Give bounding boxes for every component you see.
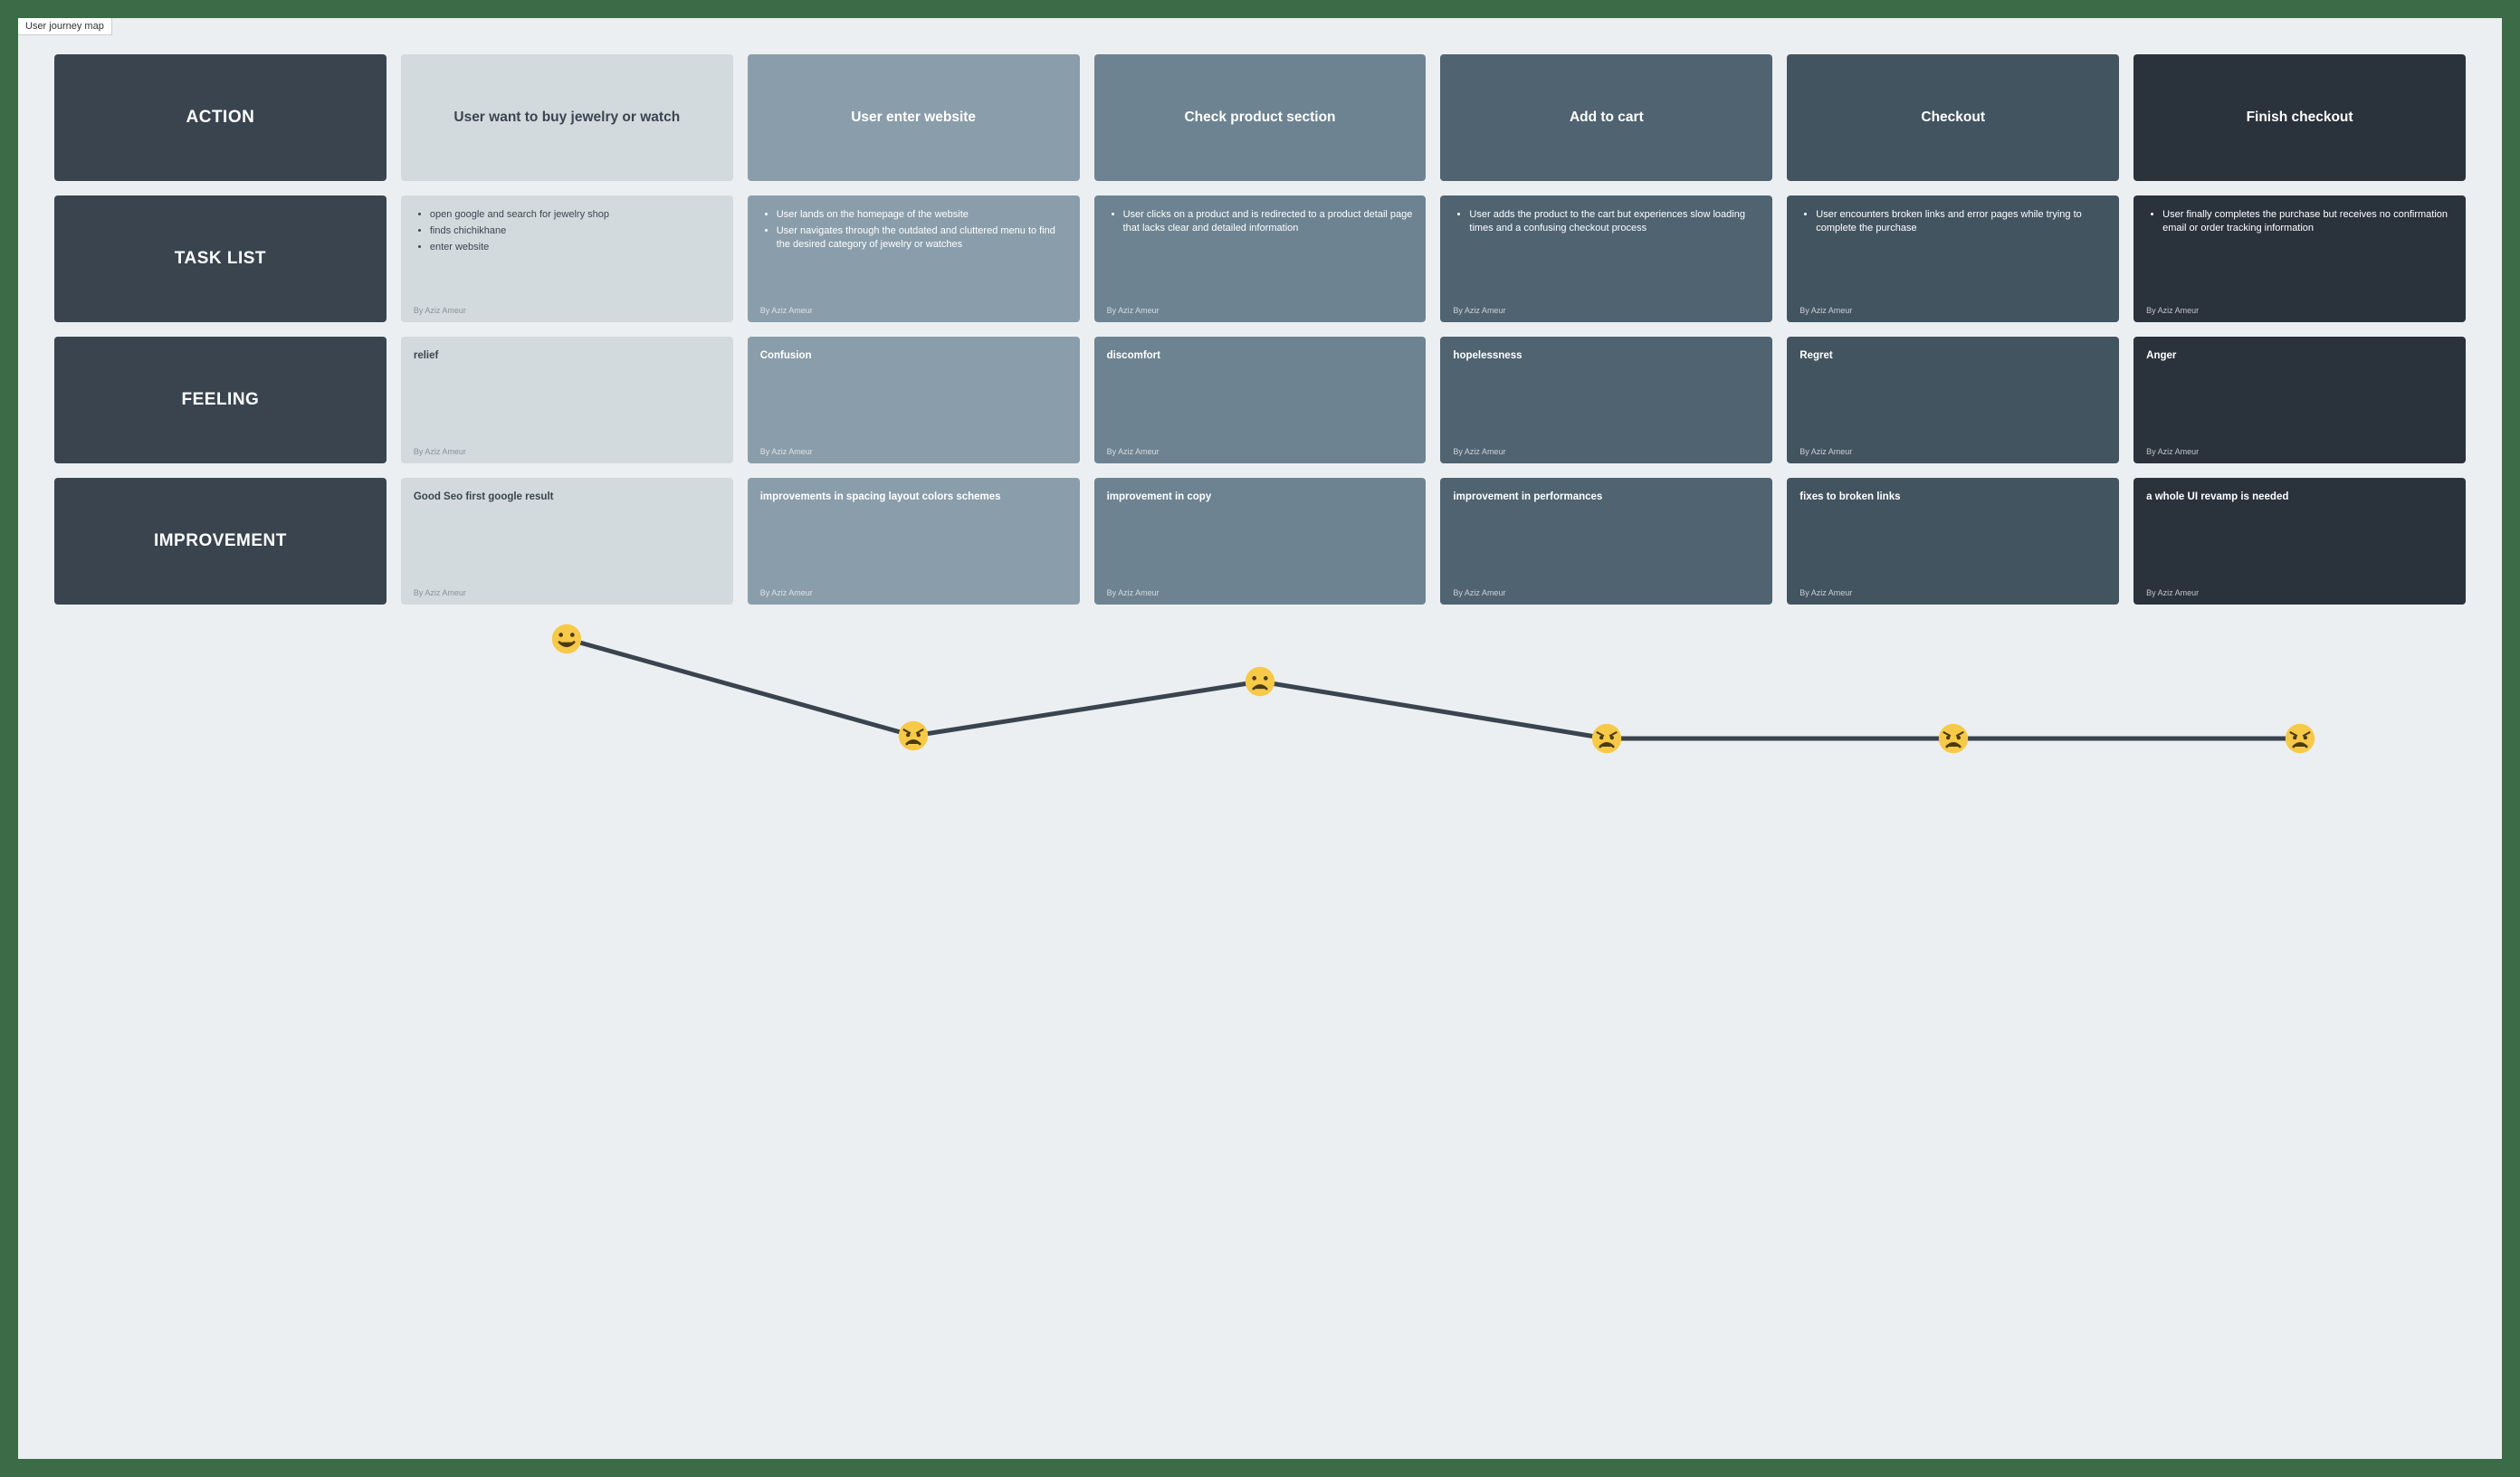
row-label-feeling: FEELING	[54, 337, 387, 463]
task-list: User clicks on a product and is redirect…	[1107, 208, 1414, 235]
improvement-text: fixes to broken links	[1799, 491, 2106, 505]
author-byline: By Aziz Ameur	[1107, 588, 1160, 597]
row-label-text: ACTION	[186, 108, 255, 128]
journey-map-canvas: User journey map ACTION User want to buy …	[18, 18, 2502, 1459]
improvement-text: improvement in performances	[1453, 491, 1760, 505]
emotion-chart	[54, 614, 2466, 767]
feeling-card-4: Regret By Aziz Ameur	[1787, 337, 2119, 463]
task-item: User clicks on a product and is redirect…	[1123, 208, 1414, 235]
task-card-1: User lands on the homepage of the websit…	[748, 195, 1080, 322]
feeling-card-0: relief By Aziz Ameur	[401, 337, 733, 463]
row-label-text: TASK LIST	[175, 249, 266, 269]
task-card-3: User adds the product to the cart but ex…	[1440, 195, 1772, 322]
author-byline: By Aziz Ameur	[2146, 306, 2199, 315]
improvement-card-2: improvement in copy By Aziz Ameur	[1094, 478, 1427, 605]
task-card-5: User finally completes the purchase but …	[2133, 195, 2466, 322]
row-label-text: IMPROVEMENT	[154, 531, 287, 551]
action-title: Check product section	[1184, 110, 1335, 126]
task-card-4: User encounters broken links and error p…	[1787, 195, 2119, 322]
author-byline: By Aziz Ameur	[2146, 588, 2199, 597]
task-list: User lands on the homepage of the websit…	[760, 208, 1067, 252]
feeling-text: Confusion	[760, 349, 1067, 364]
action-header-3: Add to cart	[1440, 54, 1772, 181]
task-item: enter website	[430, 241, 721, 254]
angry-emoji-icon	[1590, 722, 1623, 755]
journey-grid: ACTION User want to buy jewelry or watch U…	[54, 54, 2466, 605]
document-tab[interactable]: User journey map	[18, 18, 112, 35]
angry-emoji-icon	[897, 719, 930, 752]
improvement-text: improvements in spacing layout colors sc…	[760, 491, 1067, 505]
author-byline: By Aziz Ameur	[414, 306, 466, 315]
task-card-0: open google and search for jewelry shop f…	[401, 195, 733, 322]
author-byline: By Aziz Ameur	[414, 447, 466, 456]
task-item: User navigates through the outdated and …	[777, 224, 1067, 252]
improvement-text: a whole UI revamp is needed	[2146, 491, 2453, 505]
action-header-2: Check product section	[1094, 54, 1427, 181]
angry-emoji-icon	[1937, 722, 1970, 755]
improvement-text: Good Seo first google result	[414, 491, 721, 505]
feeling-card-5: Anger By Aziz Ameur	[2133, 337, 2466, 463]
frown-emoji-icon	[1244, 665, 1276, 698]
author-byline: By Aziz Ameur	[1799, 588, 1852, 597]
feeling-text: Anger	[2146, 349, 2453, 364]
author-byline: By Aziz Ameur	[414, 588, 466, 597]
feeling-text: discomfort	[1107, 349, 1414, 364]
task-item: open google and search for jewelry shop	[430, 208, 721, 222]
task-list: open google and search for jewelry shop f…	[414, 208, 721, 254]
task-item: User lands on the homepage of the websit…	[777, 208, 1067, 222]
author-byline: By Aziz Ameur	[1107, 306, 1160, 315]
task-item: User finally completes the purchase but …	[2162, 208, 2453, 235]
feeling-card-2: discomfort By Aziz Ameur	[1094, 337, 1427, 463]
author-byline: By Aziz Ameur	[760, 306, 813, 315]
action-header-0: User want to buy jewelry or watch	[401, 54, 733, 181]
feeling-text: Regret	[1799, 349, 2106, 364]
feeling-card-3: hopelessness By Aziz Ameur	[1440, 337, 1772, 463]
action-header-4: Checkout	[1787, 54, 2119, 181]
improvement-card-0: Good Seo first google result By Aziz Ame…	[401, 478, 733, 605]
task-list: User adds the product to the cart but ex…	[1453, 208, 1760, 235]
task-item: User encounters broken links and error p…	[1816, 208, 2106, 235]
author-byline: By Aziz Ameur	[1799, 306, 1852, 315]
author-byline: By Aziz Ameur	[1799, 447, 1852, 456]
author-byline: By Aziz Ameur	[760, 588, 813, 597]
task-card-2: User clicks on a product and is redirect…	[1094, 195, 1427, 322]
action-header-5: Finish checkout	[2133, 54, 2466, 181]
author-byline: By Aziz Ameur	[1453, 447, 1505, 456]
feeling-text: relief	[414, 349, 721, 364]
author-byline: By Aziz Ameur	[2146, 447, 2199, 456]
author-byline: By Aziz Ameur	[1453, 306, 1505, 315]
task-list: User finally completes the purchase but …	[2146, 208, 2453, 235]
action-title: Add to cart	[1570, 110, 1644, 126]
task-list: User encounters broken links and error p…	[1799, 208, 2106, 235]
action-title: User want to buy jewelry or watch	[453, 110, 680, 126]
task-item: finds chichikhane	[430, 224, 721, 238]
task-item: User adds the product to the cart but ex…	[1469, 208, 1760, 235]
row-label-action: ACTION	[54, 54, 387, 181]
action-title: User enter website	[851, 110, 976, 126]
improvement-card-3: improvement in performances By Aziz Ameu…	[1440, 478, 1772, 605]
row-label-task: TASK LIST	[54, 195, 387, 322]
angry-emoji-icon	[2284, 722, 2316, 755]
author-byline: By Aziz Ameur	[1107, 447, 1160, 456]
improvement-card-1: improvements in spacing layout colors sc…	[748, 478, 1080, 605]
improvement-card-5: a whole UI revamp is needed By Aziz Ameu…	[2133, 478, 2466, 605]
improvement-card-4: fixes to broken links By Aziz Ameur	[1787, 478, 2119, 605]
feeling-text: hopelessness	[1453, 349, 1760, 364]
author-byline: By Aziz Ameur	[1453, 588, 1505, 597]
action-title: Checkout	[1921, 110, 1985, 126]
smile-emoji-icon	[550, 623, 583, 655]
action-title: Finish checkout	[2247, 110, 2353, 126]
row-label-text: FEELING	[182, 390, 260, 410]
action-header-1: User enter website	[748, 54, 1080, 181]
row-label-improvement: IMPROVEMENT	[54, 478, 387, 605]
feeling-card-1: Confusion By Aziz Ameur	[748, 337, 1080, 463]
improvement-text: improvement in copy	[1107, 491, 1414, 505]
author-byline: By Aziz Ameur	[760, 447, 813, 456]
